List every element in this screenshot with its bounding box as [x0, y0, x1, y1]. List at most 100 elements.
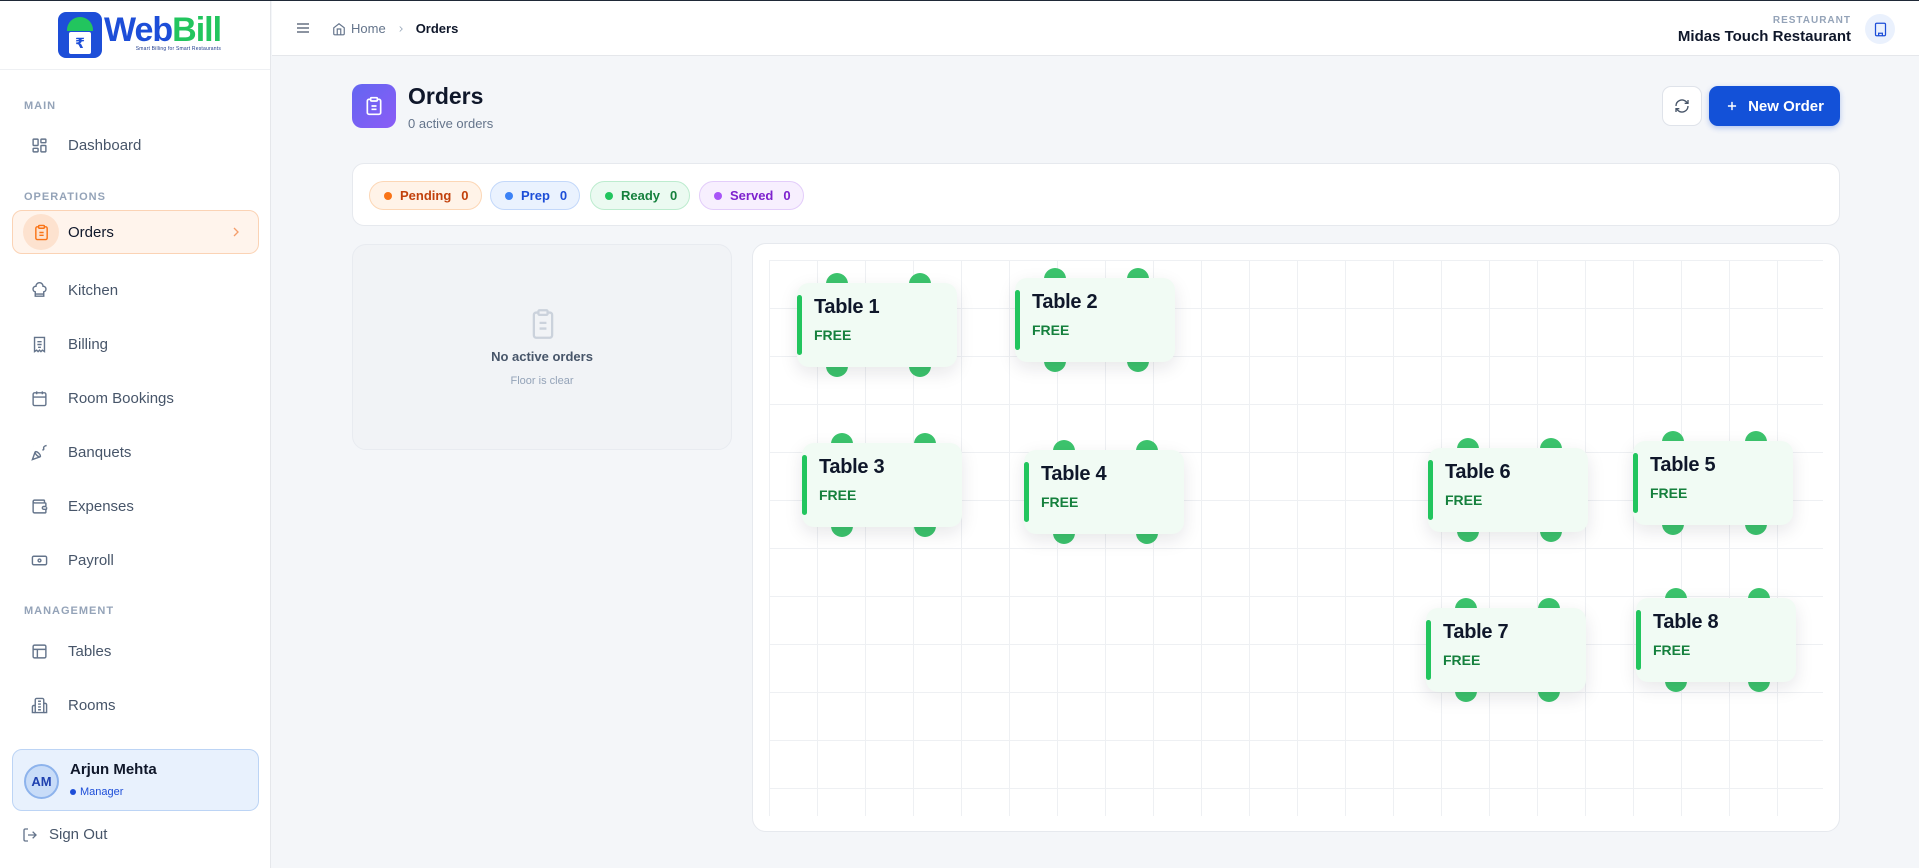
grid-icon	[19, 125, 59, 165]
orders-list-panel: No active orders Floor is clear	[352, 244, 732, 450]
sidebar-item-label: Room Bookings	[68, 389, 174, 407]
window-top-border	[0, 0, 1919, 1]
logout-icon	[23, 827, 37, 842]
table-card[interactable]: Table 6 FREE	[1428, 438, 1588, 542]
sidebar-item-label: Billing	[68, 335, 109, 353]
sign-out-label: Sign Out	[49, 826, 108, 843]
page-title: Orders	[408, 83, 484, 109]
table-status: FREE	[814, 327, 852, 343]
sidebar-item-room-bookings[interactable]: Room Bookings	[12, 376, 259, 420]
empty-clipboard-icon	[532, 309, 554, 339]
table-name: Table 7	[1443, 621, 1509, 643]
user-card[interactable]: AM Arjun Mehta Manager	[12, 749, 259, 811]
status-bar	[802, 455, 807, 515]
sidebar: ₹ WebBill Smart Billing for Smart Restau…	[0, 0, 271, 868]
new-order-button[interactable]: New Order	[1709, 86, 1840, 126]
table-card[interactable]: Table 8 FREE	[1636, 588, 1796, 692]
breadcrumb: Home Orders	[332, 21, 458, 36]
table-card[interactable]: Table 5 FREE	[1633, 431, 1793, 535]
orders-page-icon	[352, 84, 396, 128]
table-card[interactable]: Table 1 FREE	[797, 273, 957, 377]
sidebar-item-dashboard[interactable]: Dashboard	[12, 123, 259, 167]
logo-area: ₹ WebBill Smart Billing for Smart Restau…	[0, 0, 270, 70]
chevron-right-icon	[399, 25, 403, 32]
table-card[interactable]: Table 7 FREE	[1426, 598, 1586, 702]
prep-dot-icon	[505, 191, 513, 200]
user-name: Arjun Mehta	[70, 761, 157, 778]
table-name: Table 8	[1653, 611, 1719, 633]
sidebar-item-kitchen[interactable]: Kitchen	[12, 268, 259, 312]
empty-state-subtitle: Floor is clear	[510, 375, 574, 387]
empty-state-title: No active orders	[491, 349, 593, 364]
table-status: FREE	[1041, 494, 1079, 510]
status-bar	[1428, 460, 1433, 520]
ready-dot-icon	[605, 191, 613, 200]
floor-plan: Table 1 FREE Table 2 FREE Table 3 FREE Tabl…	[752, 243, 1840, 832]
logo-name-b: Bill	[172, 10, 222, 49]
status-bar	[1633, 453, 1638, 513]
table-card[interactable]: Table 3 FREE	[802, 433, 962, 537]
refresh-icon	[1675, 99, 1689, 113]
sidebar-item-payroll[interactable]: Payroll	[12, 538, 259, 582]
table-name: Table 1	[814, 296, 880, 318]
status-chip-pending[interactable]: Pending 0	[369, 181, 482, 210]
wallet-icon	[19, 486, 59, 526]
sidebar-item-label: Kitchen	[68, 281, 119, 299]
status-bar	[1426, 620, 1431, 680]
status-filter-bar: Pending 0 Prep 0 Ready 0 Served 0	[352, 163, 1840, 226]
table-icon	[19, 631, 59, 671]
table-name: Table 6	[1445, 461, 1511, 483]
status-count: 0	[783, 188, 791, 203]
served-dot-icon	[714, 191, 722, 200]
table-status: FREE	[1650, 485, 1688, 501]
table-status: FREE	[1653, 642, 1691, 658]
receipt-icon	[19, 324, 59, 364]
sidebar-item-billing[interactable]: Billing	[12, 322, 259, 366]
table-card[interactable]: Table 4 FREE	[1024, 440, 1184, 544]
sidebar-item-label: Banquets	[68, 443, 132, 461]
status-chip-ready[interactable]: Ready 0	[590, 181, 691, 210]
sidebar-item-label: Rooms	[68, 696, 116, 714]
table-name: Table 4	[1041, 463, 1107, 485]
section-label-management: MANAGEMENT	[24, 605, 115, 617]
table-name: Table 2	[1032, 291, 1098, 313]
logo-badge-icon: ₹	[58, 12, 102, 58]
top-header: Home Orders RESTAURANT Midas Touch Resta…	[272, 1, 1919, 56]
calendar-icon	[19, 378, 59, 418]
building-icon	[19, 685, 59, 725]
app-logo[interactable]: ₹ WebBill Smart Billing for Smart Restau…	[58, 10, 222, 58]
status-bar	[1015, 290, 1020, 350]
sidebar-item-tables[interactable]: Tables	[12, 629, 259, 673]
sidebar-item-orders[interactable]: Orders	[12, 210, 259, 254]
sidebar-item-banquets[interactable]: Banquets	[12, 430, 259, 474]
table-card[interactable]: Table 2 FREE	[1015, 268, 1175, 372]
restaurant-building-icon[interactable]	[1865, 14, 1895, 44]
table-status: FREE	[1445, 492, 1483, 508]
section-label-operations: OPERATIONS	[24, 191, 106, 203]
status-count: 0	[559, 188, 568, 203]
hamburger-menu-icon[interactable]	[295, 20, 311, 36]
status-chip-served[interactable]: Served 0	[699, 181, 804, 210]
table-status: FREE	[1032, 322, 1070, 338]
role-dot-icon	[70, 789, 76, 795]
table-name: Table 5	[1650, 454, 1716, 476]
chevron-right-icon	[233, 227, 239, 237]
status-bar	[797, 295, 802, 355]
sidebar-item-label: Dashboard	[68, 136, 142, 154]
status-count: 0	[461, 188, 469, 203]
sidebar-item-label: Orders	[68, 223, 114, 241]
table-name: Table 3	[819, 456, 885, 478]
sidebar-item-expenses[interactable]: Expenses	[12, 484, 259, 528]
status-bar	[1636, 610, 1641, 670]
breadcrumb-home[interactable]: Home	[351, 21, 386, 36]
page-subtitle: 0 active orders	[408, 116, 494, 131]
restaurant-name: Midas Touch Restaurant	[1677, 28, 1851, 45]
logo-name-a: Web	[104, 10, 173, 49]
sidebar-item-label: Expenses	[68, 497, 134, 515]
sign-out-button[interactable]: Sign Out	[22, 826, 107, 843]
avatar: AM	[24, 764, 59, 799]
status-chip-prep[interactable]: Prep 0	[490, 181, 581, 210]
home-icon	[333, 22, 345, 35]
refresh-button[interactable]	[1662, 86, 1702, 126]
sidebar-item-rooms[interactable]: Rooms	[12, 683, 259, 727]
